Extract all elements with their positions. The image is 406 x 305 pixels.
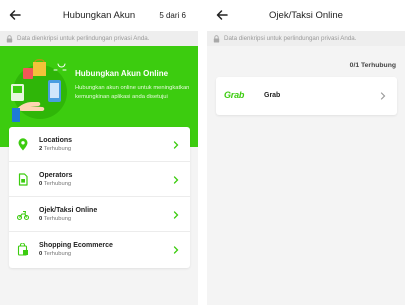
motorbike-icon (17, 210, 29, 221)
category-title: Locations (39, 137, 73, 144)
category-status: 0 Terhubung (39, 216, 72, 222)
privacy-note: Data dienkripsi untuk perlindungan priva… (207, 31, 405, 46)
app-bar: Hubungkan Akun 5 dari 6 (0, 0, 198, 31)
shopping-icon (17, 243, 28, 256)
screen-divider (198, 0, 207, 305)
category-title: Ojek/Taksi Online (39, 207, 98, 214)
category-title: Operators (39, 172, 73, 179)
provider-name: Grab (264, 92, 281, 99)
connect-illustration-icon (11, 59, 67, 122)
chevron-right-icon (173, 141, 179, 149)
location-pin-icon (18, 138, 28, 151)
category-status: 0 Terhubung (39, 251, 72, 257)
sim-card-icon (18, 173, 28, 186)
privacy-note: Data dienkripsi untuk perlindungan priva… (0, 31, 198, 46)
lock-icon (213, 34, 220, 42)
grab-logo: Grab (224, 90, 245, 100)
app-bar: Ojek/Taksi Online (207, 0, 405, 31)
chevron-right-icon (173, 246, 179, 254)
banner-title: Hubungkan Akun Online (75, 69, 169, 78)
privacy-text: Data dienkripsi untuk perlindungan priva… (17, 35, 150, 42)
category-item-locations[interactable]: Locations 2 Terhubung (9, 127, 190, 162)
step-indicator: 5 dari 6 (159, 11, 186, 20)
chevron-right-icon (173, 176, 179, 184)
ojek-taksi-screen: Ojek/Taksi Online Data dienkripsi untuk … (207, 0, 405, 305)
category-title: Shopping Ecommerce (39, 242, 113, 249)
connected-count: 0/1 Terhubung (349, 62, 396, 69)
category-status: 2 Terhubung (39, 146, 72, 152)
lock-icon (6, 34, 13, 42)
category-item-operators[interactable]: Operators 0 Terhubung (9, 162, 190, 197)
privacy-text: Data dienkripsi untuk perlindungan priva… (224, 35, 357, 42)
chevron-right-icon (380, 92, 386, 100)
banner-description: Hubungkan akun online untuk meningkatkan… (75, 85, 190, 100)
connect-account-screen: Hubungkan Akun 5 dari 6 Data dienkripsi … (0, 0, 198, 305)
chevron-right-icon (173, 211, 179, 219)
category-status: 0 Terhubung (39, 181, 72, 187)
category-item-shopping[interactable]: Shopping Ecommerce 0 Terhubung (9, 232, 190, 267)
category-item-ojek-taksi[interactable]: Ojek/Taksi Online 0 Terhubung (9, 197, 190, 232)
account-category-list: Locations 2 Terhubung Operators 0 Terhub… (9, 127, 190, 268)
provider-item-grab[interactable]: Grab Grab (216, 77, 397, 115)
page-title: Ojek/Taksi Online (269, 10, 343, 21)
